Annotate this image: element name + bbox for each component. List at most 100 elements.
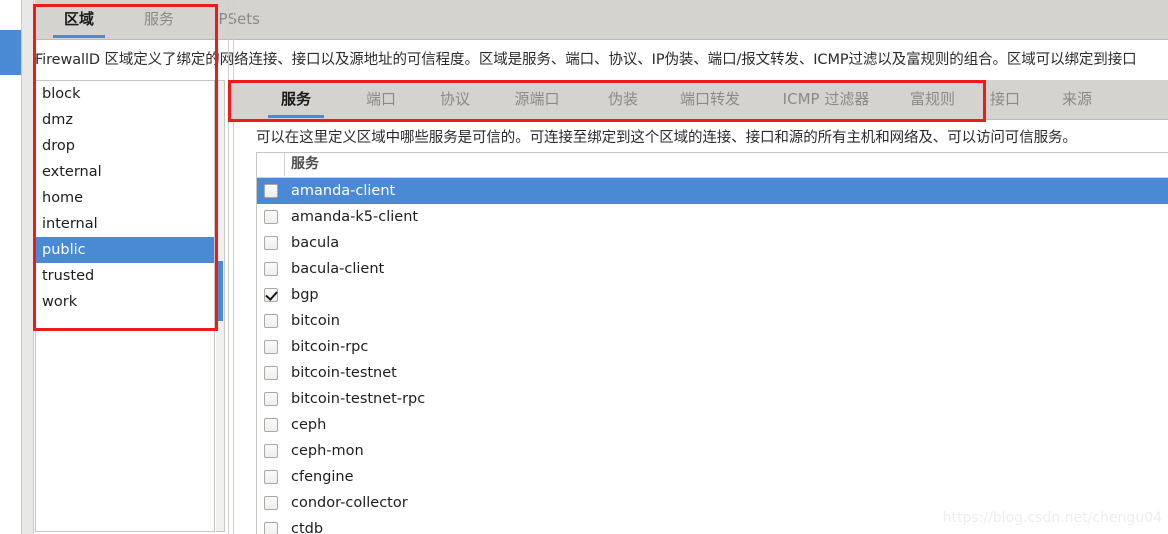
- service-checkbox-cell[interactable]: [257, 392, 285, 406]
- left-sidebar-list[interactable]: [0, 0, 21, 534]
- service-table-header-label: 服务: [291, 156, 319, 172]
- zone-detail-tab-6[interactable]: 端口转发: [670, 80, 750, 120]
- zone-list-item[interactable]: block: [36, 81, 214, 107]
- zone-detail-tab-label: 服务: [280, 90, 311, 108]
- service-checkbox-cell[interactable]: [257, 366, 285, 380]
- checkbox-unchecked-icon[interactable]: [264, 314, 278, 328]
- tab-services-label: 服务: [143, 10, 174, 28]
- left-sidebar-strip: [0, 0, 22, 534]
- service-name-label: condor-collector: [291, 495, 408, 511]
- service-checkbox-cell[interactable]: [257, 470, 285, 484]
- service-checkbox-cell[interactable]: [257, 262, 285, 276]
- zone-list-item[interactable]: internal: [36, 211, 214, 237]
- zone-detail-tab-5[interactable]: 伪装: [598, 80, 648, 120]
- checkbox-unchecked-icon[interactable]: [264, 366, 278, 380]
- watermark: https://blog.csdn.net/chengu04: [942, 510, 1162, 526]
- zone-detail-tab-10[interactable]: 来源: [1052, 80, 1102, 120]
- zone-detail-tab-4[interactable]: 源端口: [504, 80, 570, 120]
- zone-detail-tab-2[interactable]: 端口: [356, 80, 406, 120]
- service-table-row[interactable]: ceph: [257, 412, 1168, 438]
- sidebar-divider: [22, 0, 34, 534]
- service-name-label: amanda-client: [291, 183, 396, 199]
- service-checkbox-cell[interactable]: [257, 418, 285, 432]
- service-name-label: bitcoin-rpc: [291, 339, 369, 355]
- service-table-row[interactable]: ceph-mon: [257, 438, 1168, 464]
- service-table-header: 服务: [257, 153, 1168, 178]
- left-sidebar-selected-item[interactable]: [0, 30, 21, 75]
- service-name-label: bitcoin: [291, 313, 340, 329]
- service-name-label: ctdb: [291, 521, 324, 534]
- checkbox-unchecked-icon[interactable]: [264, 496, 278, 510]
- zone-detail-tab-label: 端口转发: [679, 90, 740, 108]
- zone-detail-tab-8[interactable]: 富规则: [906, 80, 956, 120]
- checkbox-unchecked-icon[interactable]: [264, 444, 278, 458]
- zone-list-item[interactable]: dmz: [36, 107, 214, 133]
- zone-list[interactable]: block dmz drop external home internal public tr…: [35, 80, 215, 532]
- service-table-row[interactable]: bacula-client: [257, 256, 1168, 282]
- main-panel: 区域 服务 IPSets FirewallD 区域定义了绑定的网络连接、接口以及…: [35, 0, 1168, 534]
- service-table-row[interactable]: bitcoin: [257, 308, 1168, 334]
- zone-list-item[interactable]: trusted: [36, 263, 214, 289]
- zone-detail-tab-label: 端口: [365, 90, 396, 108]
- zone-detail-tab-label: 伪装: [607, 90, 638, 108]
- service-name-label: bacula-client: [291, 261, 385, 277]
- firewall-config-window: 区域 服务 IPSets FirewallD 区域定义了绑定的网络连接、接口以及…: [0, 0, 1168, 534]
- service-name-label: amanda-k5-client: [291, 209, 419, 225]
- service-checkbox-cell[interactable]: [257, 288, 285, 302]
- zone-list-item[interactable]: home: [36, 185, 214, 211]
- checkbox-unchecked-icon[interactable]: [264, 418, 278, 432]
- checkbox-unchecked-icon[interactable]: [264, 392, 278, 406]
- zone-detail-tab-1[interactable]: 服务: [268, 80, 324, 120]
- zone-detail-tab-label: 来源: [1061, 90, 1092, 108]
- service-checkbox-cell[interactable]: [257, 522, 285, 534]
- service-name-label: ceph: [291, 417, 327, 433]
- tab-zones[interactable]: 区域: [53, 0, 105, 40]
- zone-detail-pane: 服务 端口 协议 源端口 伪装 端口转发 ICMP 过滤器 富规则 接口 来源 可以在这里定义区域…: [228, 0, 1168, 534]
- service-checkbox-cell[interactable]: [257, 496, 285, 510]
- service-checkbox-cell[interactable]: [257, 184, 285, 198]
- service-checkbox-cell[interactable]: [257, 340, 285, 354]
- service-table-body: amanda-client amanda-k5-client bacula bacul…: [257, 178, 1168, 534]
- service-table-row[interactable]: bitcoin-rpc: [257, 334, 1168, 360]
- checkbox-unchecked-icon[interactable]: [264, 262, 278, 276]
- service-checkbox-cell[interactable]: [257, 314, 285, 328]
- service-checkbox-cell[interactable]: [257, 444, 285, 458]
- zone-list-scrollbar[interactable]: [216, 80, 225, 532]
- zone-detail-tab-7[interactable]: ICMP 过滤器: [778, 80, 874, 120]
- service-name-label: bgp: [291, 287, 319, 303]
- checkbox-unchecked-icon[interactable]: [264, 470, 278, 484]
- zone-list-item[interactable]: external: [36, 159, 214, 185]
- zone-detail-tab-3[interactable]: 协议: [430, 80, 480, 120]
- service-table-row[interactable]: bitcoin-testnet: [257, 360, 1168, 386]
- zone-list-item[interactable]: work: [36, 289, 214, 315]
- service-table-row[interactable]: bacula: [257, 230, 1168, 256]
- service-name-label: bacula: [291, 235, 340, 251]
- zone-detail-tab-label: ICMP 过滤器: [782, 90, 870, 108]
- zone-detail-tab-label: 接口: [989, 90, 1020, 108]
- service-name-label: bitcoin-testnet: [291, 365, 397, 381]
- checkbox-unchecked-icon[interactable]: [264, 340, 278, 354]
- zone-detail-tabbar: 服务 端口 协议 源端口 伪装 端口转发 ICMP 过滤器 富规则 接口 来源: [228, 80, 1168, 120]
- tab-zones-label: 区域: [63, 10, 94, 28]
- zone-list-item[interactable]: drop: [36, 133, 214, 159]
- checkbox-unchecked-icon[interactable]: [264, 184, 278, 198]
- checkbox-unchecked-icon[interactable]: [264, 210, 278, 224]
- checkbox-checked-icon[interactable]: [264, 288, 278, 302]
- zone-detail-tab-label: 源端口: [514, 90, 560, 108]
- zone-list-scrollbar-thumb[interactable]: [217, 261, 223, 321]
- service-table-row[interactable]: bitcoin-testnet-rpc: [257, 386, 1168, 412]
- service-name-label: ceph-mon: [291, 443, 364, 459]
- service-checkbox-cell[interactable]: [257, 210, 285, 224]
- tab-services[interactable]: 服务: [133, 0, 185, 40]
- service-table-row[interactable]: amanda-k5-client: [257, 204, 1168, 230]
- service-table-row[interactable]: bgp: [257, 282, 1168, 308]
- service-checkbox-cell[interactable]: [257, 236, 285, 250]
- zone-detail-tab-9[interactable]: 接口: [980, 80, 1030, 120]
- checkbox-unchecked-icon[interactable]: [264, 236, 278, 250]
- zone-list-item[interactable]: public: [36, 237, 214, 263]
- service-table-row[interactable]: cfengine: [257, 464, 1168, 490]
- service-table[interactable]: 服务 amanda-client amanda-k5-client bacula ba…: [256, 152, 1168, 534]
- service-name-label: cfengine: [291, 469, 354, 485]
- service-table-row[interactable]: amanda-client: [257, 178, 1168, 204]
- checkbox-unchecked-icon[interactable]: [264, 522, 278, 534]
